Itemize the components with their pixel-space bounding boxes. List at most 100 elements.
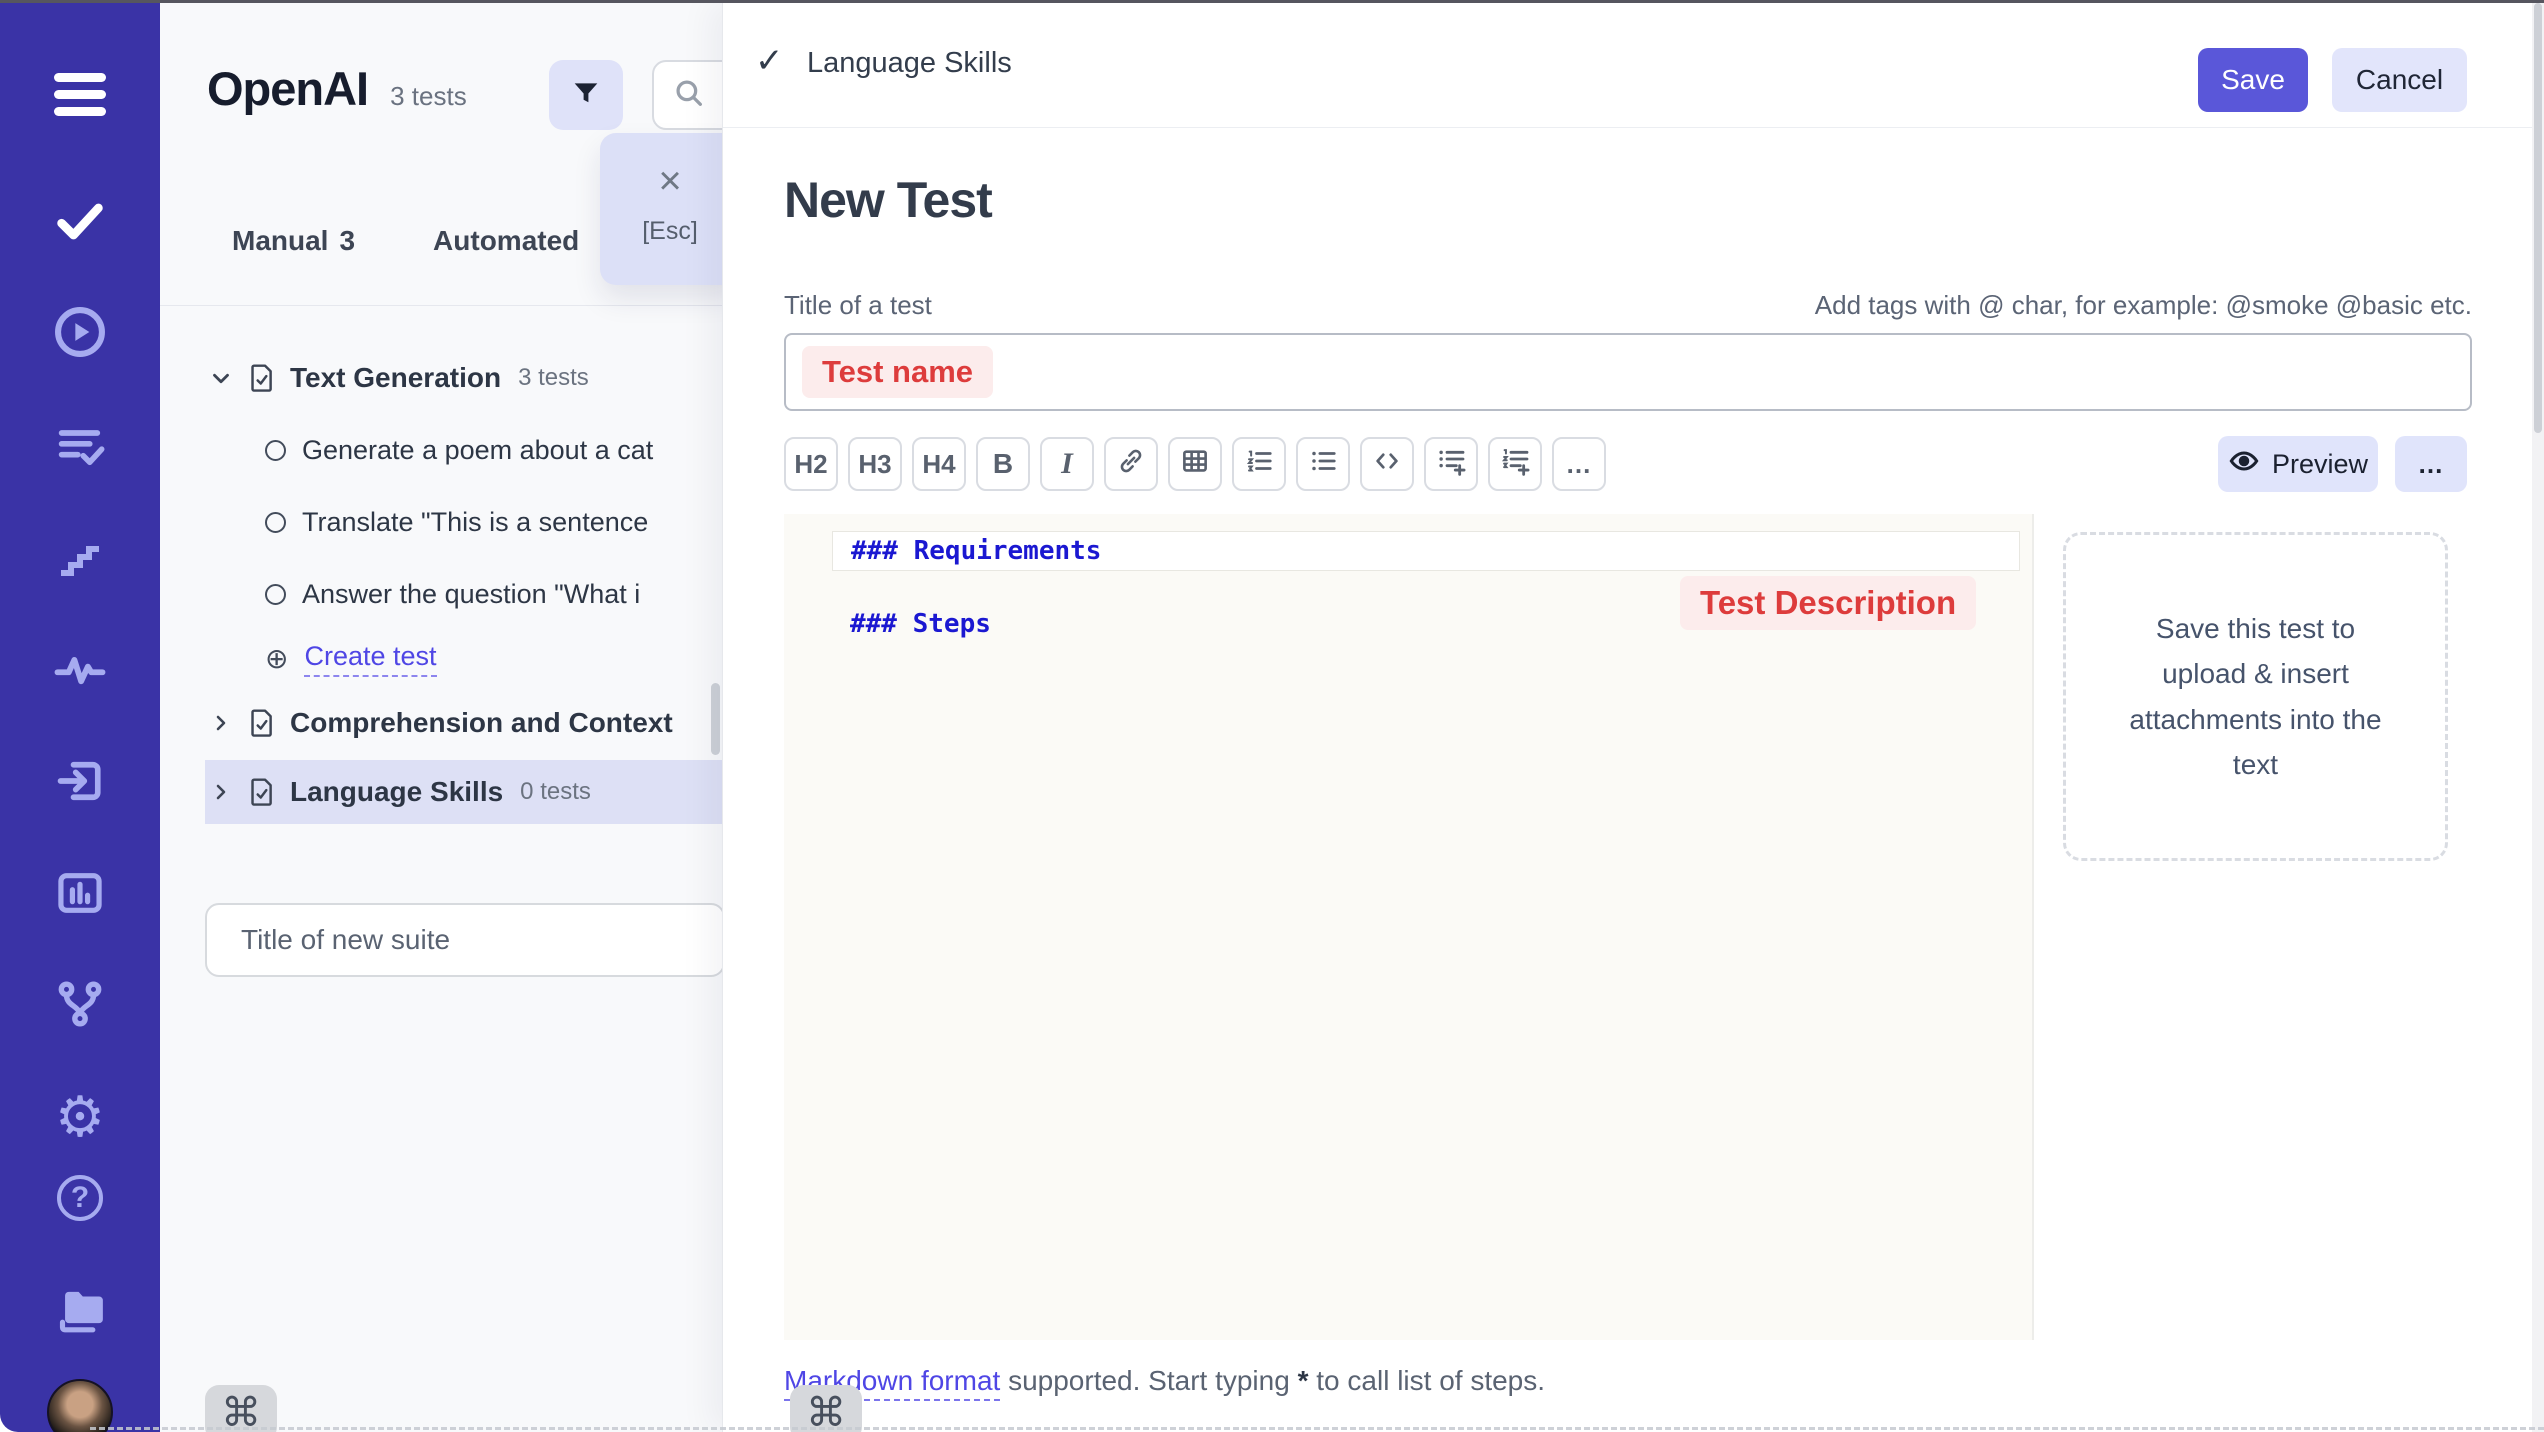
circle-icon [265,440,286,461]
test-row[interactable]: Translate "This is a sentence [160,496,723,548]
suite-name[interactable]: Comprehension and Context [290,707,673,739]
runs-play-icon[interactable] [0,304,160,360]
preview-label: Preview [2272,449,2368,480]
tab-automated-label: Automated [433,225,579,257]
test-description-annotation: Test Description [1680,576,1976,630]
save-button[interactable]: Save [2198,48,2308,112]
chevron-right-icon[interactable] [208,780,234,804]
search-input[interactable] [652,60,723,130]
suite-name[interactable]: Language Skills [290,776,503,808]
preview-button[interactable]: Preview [2218,436,2378,492]
suite-count: 0 tests [520,778,591,806]
steps-stairs-icon[interactable] [0,534,160,582]
chevron-down-icon[interactable] [208,365,234,391]
sign-in-icon[interactable] [0,755,160,807]
link-button[interactable] [1104,437,1158,491]
bullet-list-add-icon [1435,445,1467,484]
close-icon[interactable]: × [658,161,681,201]
table-button[interactable] [1168,437,1222,491]
chevron-right-icon[interactable] [208,711,234,735]
cancel-button[interactable]: Cancel [2332,48,2467,112]
editor-more-button[interactable]: … [2395,436,2467,492]
markdown-hint-text: supported. Start typing [1000,1365,1297,1396]
editor-toolbar: H2 H3 H4 B I [784,437,1606,491]
command-icon: ⌘ [221,1390,261,1432]
code-icon [1372,446,1402,483]
editor-line-text: ### Steps [850,609,991,639]
add-bullet-step-button[interactable] [1424,437,1478,491]
ordered-list-icon [1244,446,1274,483]
test-name-annotation: Test name [802,346,993,398]
attachments-dropzone[interactable]: Save this test to upload & insert attach… [2063,532,2448,861]
table-icon [1180,446,1210,483]
help-icon[interactable]: ? [0,1175,160,1221]
search-icon [672,76,706,115]
description-editor[interactable]: ### Requirements ### Steps Test Descript… [784,514,2034,1340]
projects-folder-icon[interactable] [0,1279,160,1335]
file-check-icon [247,707,277,739]
markdown-star: * [1298,1365,1309,1396]
test-title-input[interactable]: Test name [784,333,2472,411]
breadcrumb[interactable]: Language Skills [807,47,1012,80]
filter-popover: × [Esc] [600,133,723,285]
circle-icon [265,512,286,533]
heading4-button[interactable]: H4 [912,437,966,491]
filter-button[interactable] [549,60,623,130]
heading3-button[interactable]: H3 [848,437,902,491]
file-check-icon [247,362,277,394]
attachments-hint: Save this test to upload & insert attach… [2126,606,2386,787]
suite-row-language-skills[interactable]: Language Skills 0 tests [205,760,723,824]
new-suite-input[interactable]: Title of new suite [205,903,723,977]
file-check-icon [247,776,277,808]
settings-gear-icon[interactable]: ⚙ [0,1089,160,1145]
suite-row-comprehension[interactable]: Comprehension and Context [160,697,723,749]
tags-hint: Add tags with @ char, for example: @smok… [1815,290,2472,321]
app-window: ⚙ ? OpenAI 3 tests Manual [0,0,2544,1432]
plans-list-check-icon[interactable] [0,420,160,472]
test-row[interactable]: Answer the question "What i [160,568,723,620]
activity-pulse-icon[interactable] [0,649,160,691]
user-avatar[interactable] [0,1379,160,1432]
suite-row-text-generation[interactable]: Text Generation 3 tests [160,352,723,404]
panel-tabs: Manual 3 Automated [232,225,579,257]
title-field-label: Title of a test [784,290,932,321]
page-title: New Test [784,171,992,229]
create-test-link[interactable]: Create test [304,641,436,677]
markdown-hint-tail: to call list of steps. [1308,1365,1545,1396]
test-title[interactable]: Answer the question "What i [302,579,640,610]
editor-active-line[interactable]: ### Requirements [832,531,2020,571]
test-title[interactable]: Generate a poem about a cat [302,435,653,466]
bottom-edge-dashes [90,1427,2544,1430]
esc-hint: [Esc] [642,217,698,246]
check-icon: ✓ [755,41,784,81]
drawer-scrollbar-thumb[interactable] [2534,3,2542,433]
toolbar-more-button[interactable]: … [1552,437,1606,491]
italic-button[interactable]: I [1040,437,1094,491]
code-button[interactable] [1360,437,1414,491]
branch-icon[interactable] [0,977,160,1031]
menu-icon[interactable] [0,73,160,116]
ordered-list-button[interactable] [1232,437,1286,491]
bullet-list-icon [1308,446,1338,483]
suite-name[interactable]: Text Generation [290,362,501,394]
plus-circle-icon: ⊕ [265,645,288,673]
test-row[interactable]: Generate a poem about a cat [160,424,723,476]
bullet-list-button[interactable] [1296,437,1350,491]
command-key-hint: ⌘ [790,1385,862,1432]
eye-icon [2228,445,2260,484]
add-numbered-step-button[interactable] [1488,437,1542,491]
bold-button[interactable]: B [976,437,1030,491]
tab-manual-count: 3 [339,225,355,257]
create-test-row[interactable]: ⊕ Create test [160,633,723,685]
markdown-hint: Markdown format supported. Start typing … [784,1365,1545,1397]
reports-chart-icon[interactable] [0,867,160,919]
tab-manual[interactable]: Manual 3 [232,225,355,257]
test-title[interactable]: Translate "This is a sentence [302,507,648,538]
tab-automated[interactable]: Automated [433,225,579,257]
filter-funnel-icon [570,78,602,113]
heading2-button[interactable]: H2 [784,437,838,491]
tests-check-icon[interactable] [0,195,160,247]
panel-scrollbar-thumb[interactable] [711,683,720,755]
drawer-header: ✓ Language Skills Save Cancel [723,3,2544,128]
ordered-list-add-icon [1499,445,1531,484]
